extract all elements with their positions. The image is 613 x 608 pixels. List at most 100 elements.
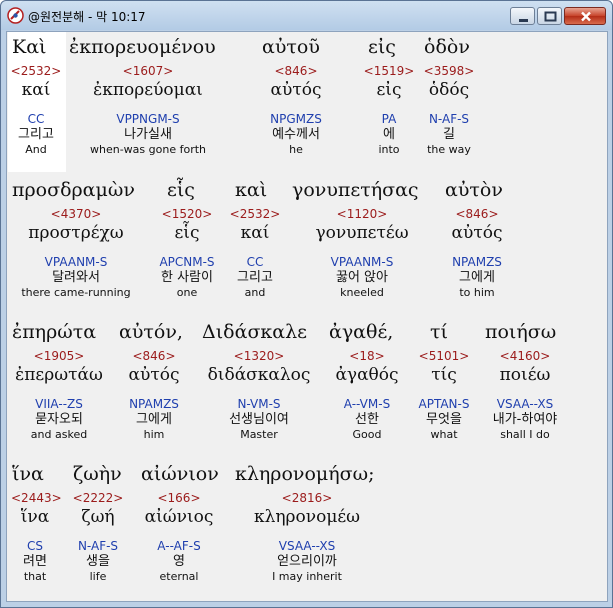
korean-gloss: 선한 <box>355 412 379 427</box>
word-analysis[interactable]: <1905> ἐπερωτάω VIIA--ZS 묻자오되 and asked <box>11 350 107 440</box>
greek-word[interactable]: αἰώνιον <box>141 463 219 485</box>
word-analysis[interactable]: <1320> διδάσκαλος N-VM-S 선생님이여 Master <box>199 350 319 440</box>
strong-number: <2443> <box>11 491 62 505</box>
english-gloss: and asked <box>30 428 88 441</box>
english-gloss: what <box>430 428 458 441</box>
word-analysis[interactable]: <846> αὐτός NPGMZS 예수께서 he <box>253 65 339 155</box>
strong-number: <1519> <box>363 64 415 78</box>
lemma: αὐτός <box>128 365 180 385</box>
greek-word[interactable]: Καὶ <box>12 36 46 58</box>
strong-number: <5101> <box>418 349 470 363</box>
greek-word[interactable]: τί <box>430 321 448 343</box>
word-analysis[interactable]: <3598> ὁδός N-AF-S 길 the way <box>419 65 479 155</box>
english-gloss: and <box>244 286 266 299</box>
app-window: @원전분해 - 막 10:17 Καὶ ἐκπορευομένου αὐτοῦ … <box>0 0 613 608</box>
greek-word[interactable]: ἐκπορευομένου <box>69 36 216 58</box>
window-title: @원전분해 - 막 10:17 <box>28 10 146 24</box>
korean-gloss: 생을 <box>86 554 110 569</box>
minimize-icon <box>519 19 528 22</box>
parse-code: A--AF-S <box>157 539 201 553</box>
korean-gloss: 나가실새 <box>124 127 172 142</box>
strong-number: <4370> <box>50 207 102 221</box>
greek-word[interactable]: ἵνα <box>12 463 44 485</box>
greek-word[interactable]: αὐτοῦ <box>262 36 320 58</box>
word-analysis[interactable]: <2816> κληρονομέω VSAA--XS 얻으리이까 I may i… <box>243 492 371 582</box>
greek-word[interactable]: ἀγαθέ, <box>329 321 393 343</box>
word-analysis[interactable]: <2222> ζωή N-AF-S 생을 life <box>67 492 129 582</box>
word-analysis[interactable]: <4370> προστρέχω VPAANM-S 달려와서 there cam… <box>11 208 141 298</box>
parse-code: N-AF-S <box>428 112 470 126</box>
word-analysis[interactable]: <2443> ἵνα CS 려면 that <box>11 491 62 582</box>
greek-word[interactable]: Διδάσκαλε <box>202 321 307 343</box>
english-gloss: to him <box>459 286 495 299</box>
korean-gloss: 꿇어 앉아 <box>336 270 388 285</box>
english-gloss: there came-running <box>21 286 131 299</box>
strong-number: <1320> <box>233 349 285 363</box>
korean-gloss: 한 사람이 <box>161 270 213 285</box>
english-gloss: I may inherit <box>272 570 342 583</box>
parse-code: A--VM-S <box>343 397 391 411</box>
word-analysis[interactable]: <1520> εἷς APCNM-S 한 사람이 one <box>151 208 223 298</box>
lemma: τίς <box>431 365 457 385</box>
close-button[interactable] <box>564 7 606 25</box>
word-analysis[interactable]: <1120> γονυπετέω VPAANM-S 꿇어 앉아 kneeled <box>301 208 423 298</box>
word-analysis[interactable]: <5101> τίς APTAN-S 무엇을 what <box>411 350 477 440</box>
parse-code: CC <box>27 112 45 126</box>
greek-word[interactable]: καὶ <box>235 179 267 201</box>
greek-word[interactable]: αὐτόν, <box>119 321 183 343</box>
maximize-icon <box>544 11 557 22</box>
analysis-panel[interactable]: Καὶ ἐκπορευομένου αὐτοῦ εἰς ὁδὸν <2532> … <box>6 31 608 602</box>
word-analysis[interactable]: <846> αὐτός NPAMZS 그에게 him <box>115 350 193 440</box>
lemma: εἷς <box>174 223 200 243</box>
strong-number: <18> <box>349 349 385 363</box>
parse-code: APCNM-S <box>159 255 215 269</box>
greek-word[interactable]: ζωὴν <box>73 463 122 485</box>
parse-code: APTAN-S <box>418 397 470 411</box>
lemma: διδάσκαλος <box>207 365 311 385</box>
english-gloss: he <box>289 143 303 156</box>
korean-gloss: 영 <box>173 554 185 569</box>
strong-number: <846> <box>455 207 499 221</box>
greek-word[interactable]: αὐτὸν <box>445 179 503 201</box>
korean-gloss: 묻자오되 <box>35 412 83 427</box>
minimize-button[interactable] <box>510 7 535 25</box>
word-analysis[interactable]: <1607> ἐκπορεύομαι VPPNGM-S 나가실새 when-wa… <box>77 65 219 155</box>
parse-code: CS <box>27 539 43 553</box>
korean-gloss: 무엇을 <box>426 412 462 427</box>
parse-code: N-AF-S <box>77 539 119 553</box>
lemma: καί <box>21 80 51 100</box>
english-gloss: Good <box>352 428 382 441</box>
greek-word[interactable]: ποιήσω <box>485 321 556 343</box>
parse-code: NPGMZS <box>270 112 322 126</box>
greek-word[interactable]: προσδραμὼν <box>12 179 135 201</box>
greek-word[interactable]: γονυπετήσας <box>292 179 419 201</box>
maximize-button[interactable] <box>537 7 562 25</box>
lemma: ὁδός <box>428 80 470 100</box>
app-logo-icon <box>7 7 24 24</box>
word-analysis[interactable]: <18> ἀγαθός A--VM-S 선한 Good <box>325 350 409 440</box>
greek-word[interactable]: εἷς <box>167 179 195 201</box>
strong-number: <1520> <box>161 207 213 221</box>
greek-word[interactable]: κληρονομήσω; <box>235 463 375 485</box>
strong-number: <2222> <box>72 491 124 505</box>
word-analysis[interactable]: <1519> εἰς PA 에 into <box>359 65 419 155</box>
korean-gloss: 그에게 <box>459 270 495 285</box>
greek-word[interactable]: ὁδὸν <box>424 36 470 58</box>
word-analysis[interactable]: <166> αἰώνιος A--AF-S 영 eternal <box>135 492 223 582</box>
lemma: κληρονομέω <box>253 507 361 527</box>
strong-number: <2532> <box>10 64 62 78</box>
parse-code: VPAANM-S <box>330 255 394 269</box>
english-gloss: into <box>378 143 400 156</box>
word-analysis[interactable]: <846> αὐτός NPAMZS 그에게 to him <box>437 208 517 298</box>
word-analysis[interactable]: <4160> ποιέω VSAA--XS 내가-하여야 shall I do <box>485 350 565 440</box>
title-bar[interactable]: @원전분해 - 막 10:17 <box>1 1 612 30</box>
parse-code: VPAANM-S <box>44 255 108 269</box>
korean-gloss: 길 <box>443 127 455 142</box>
greek-word[interactable]: εἰς <box>368 36 396 58</box>
strong-number: <846> <box>132 349 176 363</box>
english-gloss: kneeled <box>340 286 384 299</box>
parse-code: CC <box>246 255 264 269</box>
word-analysis[interactable]: <2532> καί CC 그리고 and <box>223 208 287 298</box>
word-analysis[interactable]: <2532> καί CC 그리고 And <box>7 65 65 155</box>
greek-word[interactable]: ἐπηρώτα <box>12 321 96 343</box>
